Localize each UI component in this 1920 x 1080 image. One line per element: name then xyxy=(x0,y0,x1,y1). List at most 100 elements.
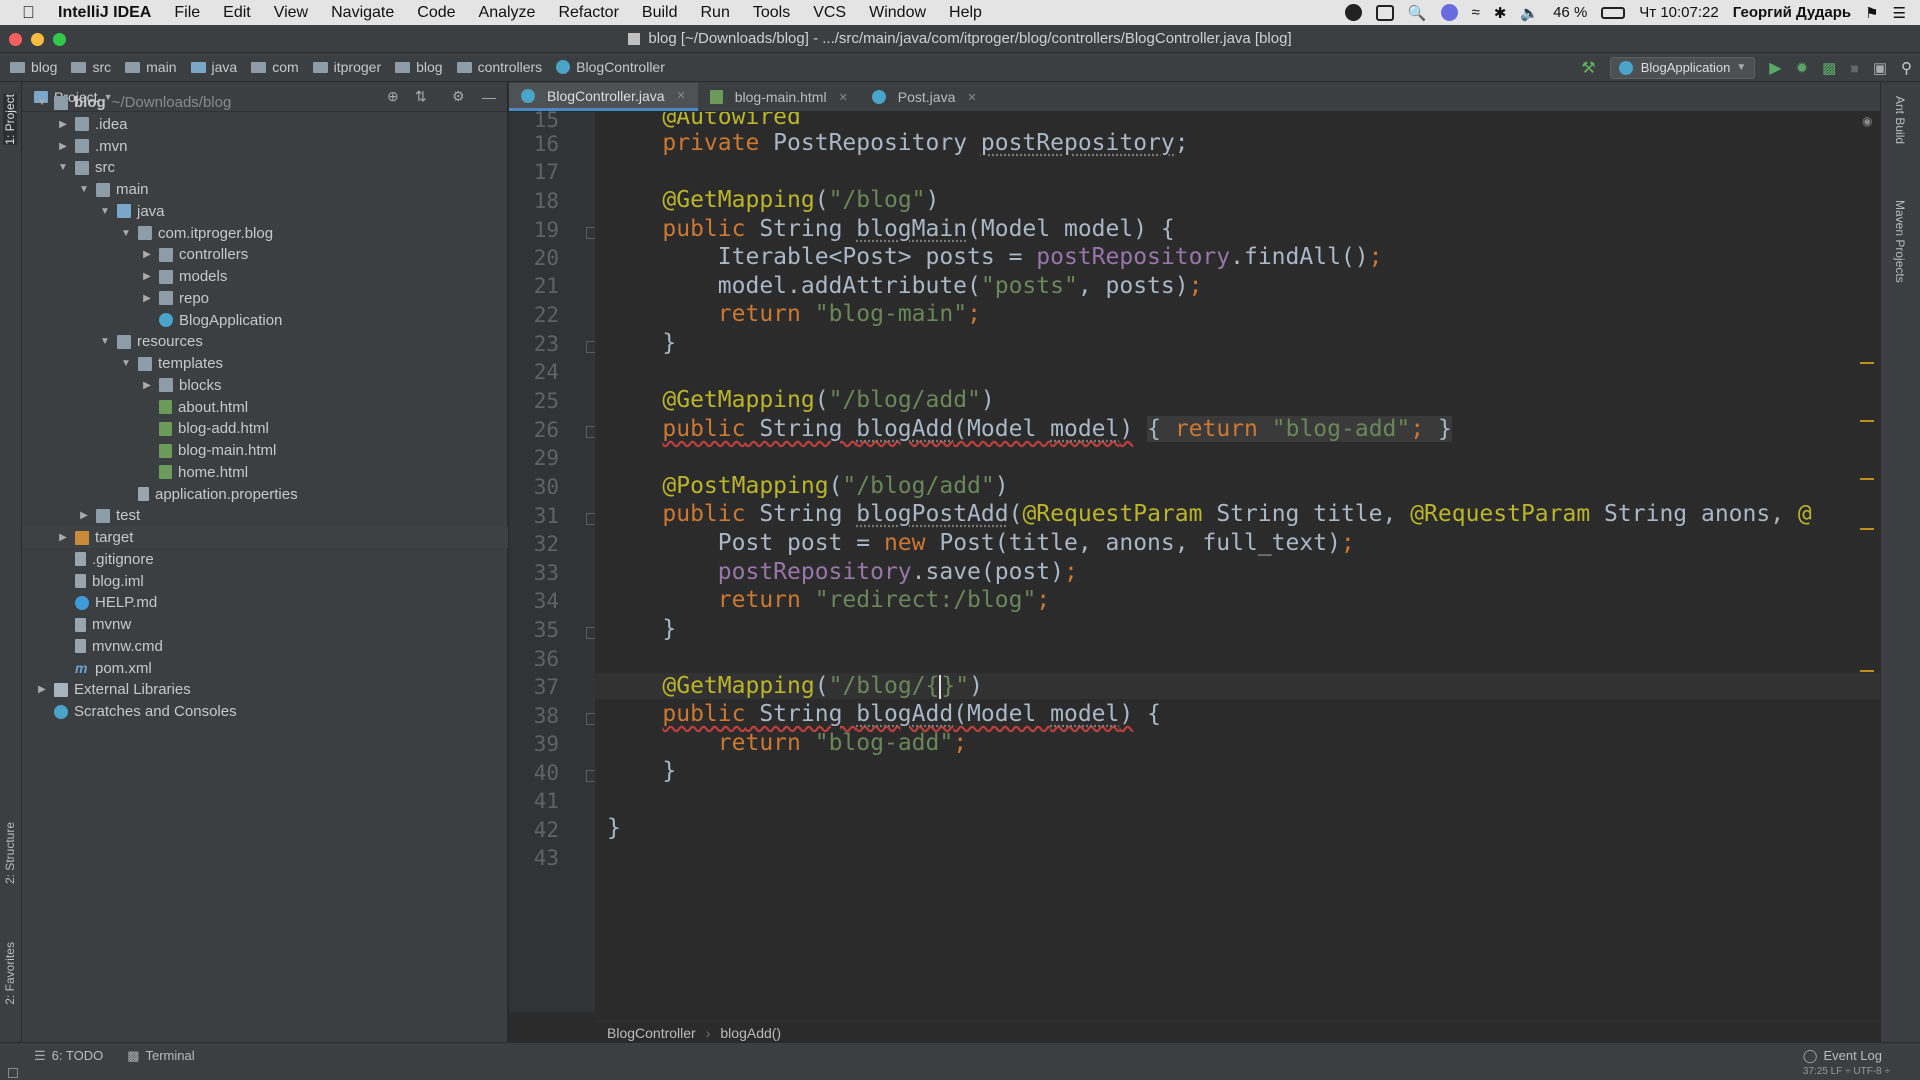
tree-item-idea[interactable]: ▶ .idea xyxy=(22,114,508,135)
menu-run[interactable]: Run xyxy=(700,4,729,22)
wifi-icon[interactable]: ≈ xyxy=(1472,4,1480,21)
clock[interactable]: Чт 10:07:22 xyxy=(1639,4,1718,21)
expand-arrow-icon[interactable]: ▼ xyxy=(99,206,111,217)
tree-item-repo[interactable]: ▶ repo xyxy=(22,288,508,309)
menu-build[interactable]: Build xyxy=(642,4,678,22)
spotlight-search-icon[interactable]: 🔍 xyxy=(1408,4,1427,22)
nav-crumb-com[interactable]: com xyxy=(251,59,299,75)
expand-arrow-icon[interactable]: ▼ xyxy=(57,162,69,173)
collapse-arrow-icon[interactable]: ▶ xyxy=(57,141,69,152)
tree-item-mvn[interactable]: ▶ .mvn xyxy=(22,136,508,157)
nav-crumb-java[interactable]: java xyxy=(190,59,237,75)
collapse-arrow-icon[interactable]: ▶ xyxy=(141,271,153,282)
menu-app-name[interactable]: IntelliJ IDEA xyxy=(58,4,151,22)
apple-icon[interactable]:  xyxy=(22,3,42,23)
menu-vcs[interactable]: VCS xyxy=(813,4,846,22)
nav-crumb-controllers[interactable]: controllers xyxy=(456,59,542,75)
tree-item-templates[interactable]: ▼ templates xyxy=(22,353,508,374)
search-everywhere-icon[interactable]: ⚲ xyxy=(1901,59,1912,77)
zoom-window-button[interactable] xyxy=(53,33,66,46)
breadcrumb-class[interactable]: BlogController xyxy=(607,1025,696,1041)
close-tab-icon[interactable]: ✕ xyxy=(677,89,686,102)
tree-item-blog-iml[interactable]: blog.iml xyxy=(22,571,508,592)
user-name[interactable]: Георгий Дударь xyxy=(1733,4,1851,21)
tree-item-about-html[interactable]: about.html xyxy=(22,397,508,418)
collapse-arrow-icon[interactable]: ▶ xyxy=(57,532,69,543)
tree-item-test[interactable]: ▶ test xyxy=(22,505,508,526)
nav-crumb-src[interactable]: src xyxy=(71,59,111,75)
notification-center-icon[interactable]: ☰ xyxy=(1893,4,1906,22)
tree-item-blogapplication[interactable]: BlogApplication xyxy=(22,310,508,331)
todo-tool-button[interactable]: 6: TODO xyxy=(52,1048,104,1063)
menu-view[interactable]: View xyxy=(274,4,308,22)
stop-icon[interactable]: ■ xyxy=(1850,60,1858,76)
project-tool-button[interactable]: 1: Project xyxy=(3,94,17,145)
flag-icon[interactable]: ⚑ xyxy=(1865,4,1878,22)
warning-stripe-mark[interactable] xyxy=(1860,670,1874,672)
menu-file[interactable]: File xyxy=(174,4,200,22)
expand-arrow-icon[interactable]: ▼ xyxy=(120,358,132,369)
nav-crumb-blog[interactable]: blog xyxy=(10,59,57,75)
tree-item-gitignore[interactable]: .gitignore xyxy=(22,549,508,570)
volume-icon[interactable]: 🔈 xyxy=(1520,4,1539,22)
status-position-info[interactable]: 37:25 LF ÷ UTF-8 ÷ xyxy=(1803,1066,1890,1077)
tree-item-java[interactable]: ▼ java xyxy=(22,201,508,222)
menu-refactor[interactable]: Refactor xyxy=(558,4,618,22)
tab-post-java[interactable]: Post.java ✕ xyxy=(860,83,989,111)
tree-item-application-properties[interactable]: application.properties xyxy=(22,484,508,505)
warning-stripe-mark[interactable] xyxy=(1860,362,1874,364)
tree-item-controllers[interactable]: ▶ controllers xyxy=(22,244,508,265)
tree-item-target[interactable]: ▶ target xyxy=(22,527,508,548)
tree-item-mvnw[interactable]: mvnw xyxy=(22,614,508,635)
maven-projects-tool-button[interactable]: Maven Projects xyxy=(1893,200,1907,283)
nav-crumb-blog-pkg[interactable]: blog xyxy=(395,59,443,75)
inspection-eye-icon[interactable]: ◉ xyxy=(1862,114,1872,128)
tree-item-main[interactable]: ▼ main xyxy=(22,179,508,200)
menu-navigate[interactable]: Navigate xyxy=(331,4,394,22)
menu-analyze[interactable]: Analyze xyxy=(479,4,536,22)
coverage-icon[interactable]: ▩ xyxy=(1822,59,1836,77)
toggle-tool-windows-icon[interactable] xyxy=(8,1068,18,1078)
nav-crumb-blogcontroller[interactable]: BlogController xyxy=(556,59,665,75)
menu-code[interactable]: Code xyxy=(417,4,455,22)
menu-edit[interactable]: Edit xyxy=(223,4,251,22)
event-log-tool-button[interactable]: ◯ Event Log xyxy=(1803,1048,1882,1064)
close-tab-icon[interactable]: ✕ xyxy=(967,91,976,104)
minimize-window-button[interactable] xyxy=(31,33,44,46)
warning-stripe-mark[interactable] xyxy=(1860,528,1874,530)
warning-stripe-mark[interactable] xyxy=(1860,478,1874,480)
tree-item-home-html[interactable]: home.html xyxy=(22,462,508,483)
structure-tool-button[interactable]: 2: Structure xyxy=(3,822,17,884)
screen-icon[interactable] xyxy=(1375,4,1394,21)
close-window-button[interactable] xyxy=(9,33,22,46)
expand-arrow-icon[interactable]: ▼ xyxy=(99,336,111,347)
nav-crumb-itproger[interactable]: itproger xyxy=(312,59,381,75)
tree-item-mvnw-cmd[interactable]: mvnw.cmd xyxy=(22,636,508,657)
tree-item-scratches-and-consoles[interactable]: Scratches and Consoles xyxy=(22,701,508,722)
tree-item-help-md[interactable]: HELP.md xyxy=(22,592,508,613)
breadcrumb-method[interactable]: blogAdd() xyxy=(720,1025,781,1041)
siri-icon[interactable] xyxy=(1440,4,1458,21)
ant-build-tool-button[interactable]: Ant Build xyxy=(1893,96,1907,144)
collapse-arrow-icon[interactable]: ▶ xyxy=(141,380,153,391)
warning-stripe-mark[interactable] xyxy=(1860,420,1874,422)
code-editor[interactable]: @Autowired private PostRepository postRe… xyxy=(595,112,1880,1012)
editor-gutter[interactable]: 15 16 17 18 19 20 21 22 23 24 25 26 29 3… xyxy=(509,108,595,1012)
expand-arrow-icon[interactable]: ▼ xyxy=(120,228,132,239)
tree-item-src[interactable]: ▼ src xyxy=(22,157,508,178)
terminal-tool-button[interactable]: Terminal xyxy=(146,1048,195,1063)
collapse-arrow-icon[interactable]: ▶ xyxy=(141,293,153,304)
build-hammer-icon[interactable]: ⚒ xyxy=(1581,58,1595,78)
tab-blogcontroller-java[interactable]: BlogController.java ✕ xyxy=(509,83,698,111)
tree-item-external-libraries[interactable]: ▶ External Libraries xyxy=(22,679,508,700)
expand-arrow-icon[interactable]: ▼ xyxy=(78,184,90,195)
tree-item-resources[interactable]: ▼ resources xyxy=(22,331,508,352)
nav-crumb-main[interactable]: main xyxy=(125,59,177,75)
tree-item-blocks[interactable]: ▶ blocks xyxy=(22,375,508,396)
collapse-arrow-icon[interactable]: ▶ xyxy=(36,684,48,695)
tree-item-blog-main-html[interactable]: blog-main.html xyxy=(22,440,508,461)
menu-help[interactable]: Help xyxy=(949,4,982,22)
collapse-arrow-icon[interactable]: ▶ xyxy=(57,119,69,130)
tree-item-blog[interactable]: ▼ blog ~/Downloads/blog xyxy=(22,92,508,113)
bluetooth-icon[interactable]: ✱ xyxy=(1494,4,1507,22)
